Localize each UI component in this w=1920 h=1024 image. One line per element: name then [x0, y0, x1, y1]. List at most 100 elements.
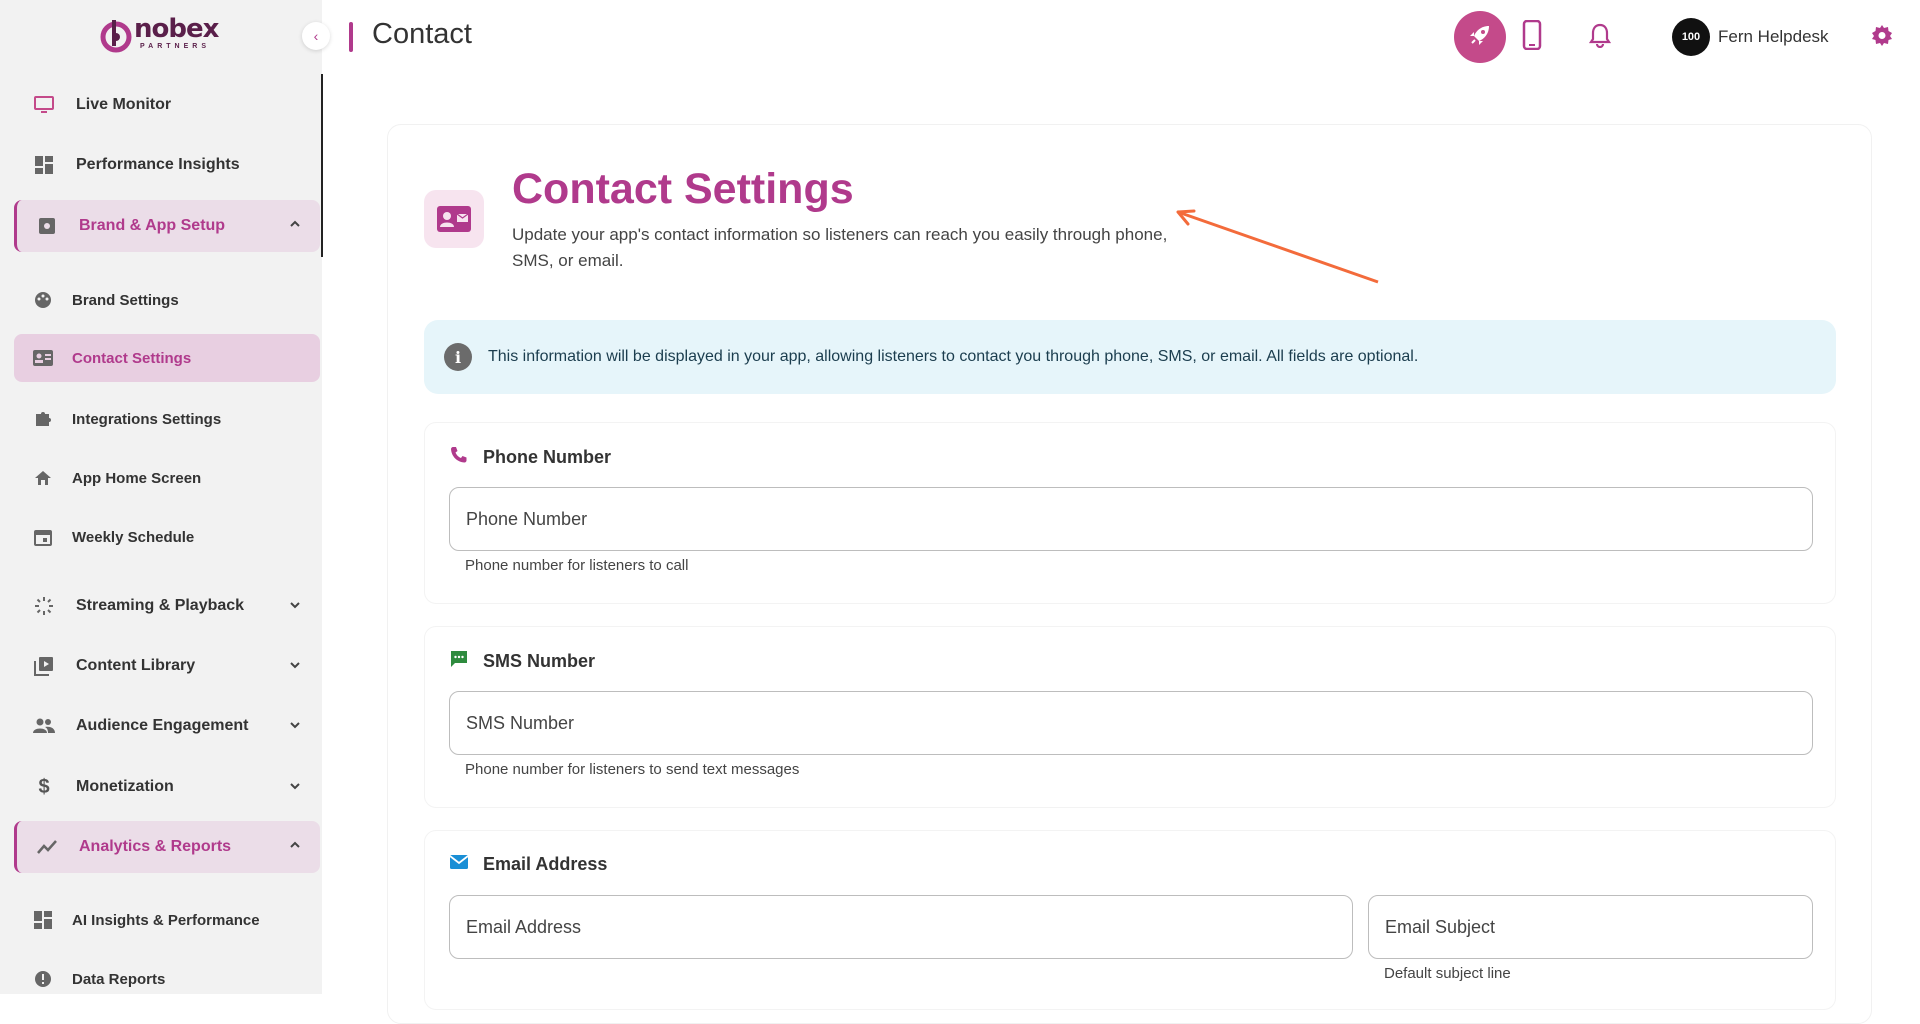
contact-card-icon [32, 347, 54, 369]
sidebar-item-label: Monetization [76, 778, 174, 795]
phone-device-icon [1522, 19, 1542, 55]
sidebar-item-content-library[interactable]: Content Library [14, 641, 320, 691]
sidebar: nobex PARTNERS ‹ Live Monitor Performanc… [0, 0, 330, 994]
sidebar-item-analytics-reports[interactable]: Analytics & Reports [14, 821, 320, 873]
email-subject-input[interactable] [1369, 896, 1812, 958]
email-address-input[interactable] [450, 896, 1352, 958]
info-text: This information will be displayed in yo… [488, 348, 1419, 365]
sidebar-item-label: Streaming & Playback [76, 597, 245, 614]
chevron-down-icon [288, 598, 302, 612]
chevron-left-icon: ‹ [313, 28, 319, 44]
sms-icon [449, 649, 469, 674]
logo-name: nobex [134, 14, 219, 44]
sidebar-item-live-monitor[interactable]: Live Monitor [14, 80, 320, 130]
sidebar-item-label: Analytics & Reports [79, 838, 232, 855]
phone-icon [449, 445, 469, 470]
home-icon [32, 467, 54, 489]
notifications-button[interactable] [1574, 11, 1626, 63]
dollar-icon: $ [38, 775, 50, 798]
sidebar-item-label: App Home Screen [72, 469, 202, 487]
chevron-down-icon [288, 718, 302, 732]
user-menu[interactable]: 100 Fern Helpdesk [1672, 18, 1829, 56]
sms-section-title: SMS Number [483, 651, 596, 671]
sms-section: SMS Number Phone number for listeners to… [424, 626, 1836, 808]
collapse-sidebar-button[interactable]: ‹ [302, 22, 330, 50]
sidebar-scroll-edge [321, 74, 323, 257]
people-icon [32, 714, 56, 738]
sidebar-item-label: Brand & App Setup [79, 217, 226, 234]
launch-button[interactable] [1454, 11, 1506, 63]
logo-mark-icon [100, 16, 132, 54]
avatar: 100 [1672, 18, 1710, 56]
phone-number-field[interactable] [449, 487, 1813, 551]
phone-section: Phone Number Phone number for listeners … [424, 422, 1836, 604]
annotation-arrow-icon [1176, 209, 1379, 284]
sidebar-item-integrations-settings[interactable]: Integrations Settings [14, 395, 320, 443]
sidebar-item-ai-insights[interactable]: AI Insights & Performance [14, 896, 320, 944]
sidebar-item-contact-settings[interactable]: Contact Settings [14, 334, 320, 382]
mobile-preview-button[interactable] [1506, 11, 1558, 63]
sms-helper-text: Phone number for listeners to send text … [465, 761, 800, 778]
info-banner: i This information will be displayed in … [424, 320, 1836, 394]
gear-icon [1870, 23, 1894, 52]
sidebar-item-app-home-screen[interactable]: App Home Screen [14, 454, 320, 502]
calendar-icon [32, 526, 54, 548]
settings-box-icon [35, 214, 59, 238]
sidebar-item-label: Weekly Schedule [72, 528, 195, 546]
bell-icon [1588, 22, 1612, 53]
phone-helper-text: Phone number for listeners to call [465, 557, 689, 574]
chevron-up-icon [288, 838, 302, 852]
email-section-title: Email Address [483, 854, 608, 874]
sidebar-item-label: Performance Insights [76, 156, 240, 173]
settings-button[interactable] [1862, 11, 1902, 63]
monitor-icon [32, 93, 56, 117]
sidebar-item-monetization[interactable]: $ Monetization [14, 762, 320, 812]
page-title: Contact Settings [512, 165, 854, 213]
library-icon [32, 654, 56, 678]
sidebar-item-streaming-playback[interactable]: Streaming & Playback [14, 581, 320, 631]
sidebar-item-audience-engagement[interactable]: Audience Engagement [14, 701, 320, 751]
email-section-header: Email Address [449, 853, 607, 876]
chevron-down-icon [288, 658, 302, 672]
header-accent-bar [349, 22, 353, 52]
sidebar-item-label: Contact Settings [72, 349, 192, 367]
sidebar-item-label: AI Insights & Performance [72, 911, 260, 929]
dashboard-icon [32, 153, 56, 177]
puzzle-icon [32, 408, 54, 430]
sidebar-item-label: Live Monitor [76, 96, 172, 113]
email-section: Email Address Default subject line [424, 830, 1836, 1010]
logo-sub: PARTNERS [140, 43, 210, 50]
info-icon: i [444, 343, 472, 371]
analytics-icon [35, 835, 59, 859]
sidebar-item-data-reports[interactable]: Data Reports [14, 955, 320, 1003]
chevron-down-icon [288, 779, 302, 793]
phone-number-input[interactable] [450, 488, 1812, 550]
sidebar-item-label: Brand Settings [72, 291, 179, 309]
page-description: Update your app's contact information so… [512, 225, 1168, 270]
email-subject-helper-text: Default subject line [1384, 965, 1511, 982]
sidebar-item-brand-app-setup[interactable]: Brand & App Setup [14, 200, 320, 252]
sms-section-header: SMS Number [449, 649, 595, 674]
streaming-icon [32, 594, 56, 618]
sidebar-item-weekly-schedule[interactable]: Weekly Schedule [14, 513, 320, 561]
sidebar-item-performance-insights[interactable]: Performance Insights [14, 140, 320, 190]
sms-number-field[interactable] [449, 691, 1813, 755]
rocket-icon [1467, 22, 1493, 53]
contact-settings-icon [424, 190, 484, 248]
report-icon [32, 968, 54, 990]
page-header-title: Contact [372, 18, 472, 50]
sidebar-item-label: Data Reports [72, 970, 166, 988]
dashboard-icon [32, 909, 54, 931]
email-subject-field[interactable] [1368, 895, 1813, 959]
chevron-up-icon [288, 217, 302, 231]
email-icon [449, 853, 469, 876]
email-address-field[interactable] [449, 895, 1353, 959]
sidebar-item-brand-settings[interactable]: Brand Settings [14, 276, 320, 324]
nobex-logo[interactable]: nobex PARTNERS [100, 14, 219, 56]
sms-number-input[interactable] [450, 692, 1812, 754]
sidebar-item-label: Content Library [76, 657, 196, 674]
phone-section-header: Phone Number [449, 445, 611, 470]
palette-icon [32, 289, 54, 311]
sidebar-item-label: Integrations Settings [72, 410, 222, 428]
sidebar-item-label: Audience Engagement [76, 717, 249, 734]
